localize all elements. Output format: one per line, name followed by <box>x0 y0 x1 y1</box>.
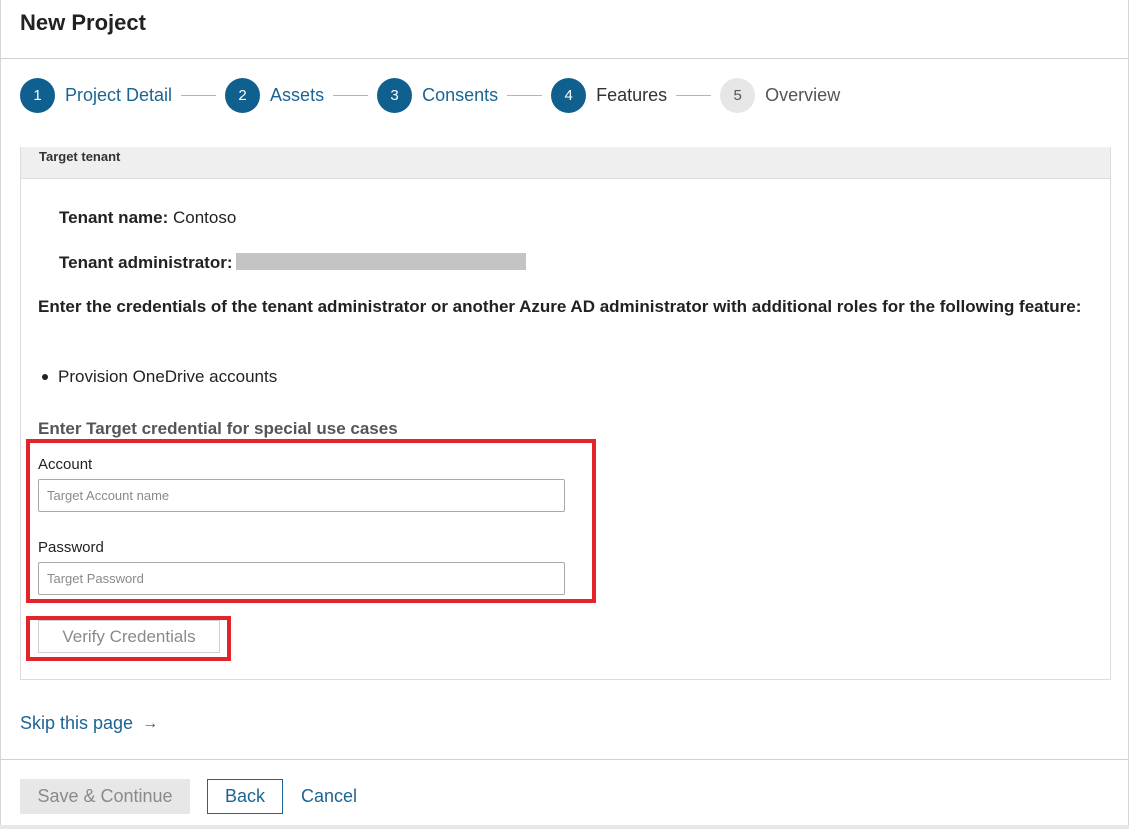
back-button[interactable]: Back <box>207 779 283 814</box>
step-features[interactable]: 4 Features <box>551 77 668 113</box>
arrow-right-icon: → <box>142 714 159 732</box>
step-label-project-detail: Project Detail <box>65 84 173 105</box>
tenant-admin-label: Tenant administrator: <box>59 253 233 272</box>
step-label-assets: Assets <box>270 84 325 105</box>
step-number-2: 2 <box>225 77 261 113</box>
tenant-name-value: Contoso <box>173 208 237 227</box>
step-connector <box>333 94 369 96</box>
step-connector <box>507 94 543 96</box>
step-label-features: Features <box>596 84 668 105</box>
credentials-instructions: Enter the credentials of the tenant admi… <box>38 297 1082 316</box>
skip-page-link[interactable]: Skip this page → <box>20 713 158 734</box>
save-continue-button[interactable]: Save & Continue <box>20 779 190 814</box>
panel-header: Target tenant <box>21 147 1110 179</box>
step-number-5: 5 <box>720 77 756 113</box>
panel-header-title: Target tenant <box>39 149 121 164</box>
redacted-value <box>236 253 527 270</box>
bullet-icon <box>42 374 48 380</box>
credential-section-label: Enter Target credential for special use … <box>38 419 398 438</box>
page-title: New Project <box>20 10 146 35</box>
bottom-divider <box>0 825 1129 829</box>
account-label: Account <box>38 456 93 473</box>
page-header: New Project <box>0 0 1129 59</box>
step-overview: 5 Overview <box>720 77 841 113</box>
skip-page-label: Skip this page <box>20 713 134 733</box>
step-consents[interactable]: 3 Consents <box>377 77 499 113</box>
feature-label: Provision OneDrive accounts <box>58 367 278 386</box>
verify-credentials-button[interactable]: Verify Credentials <box>38 620 220 653</box>
tenant-name-label: Tenant name: <box>59 208 169 227</box>
step-connector <box>181 94 217 96</box>
step-label-overview: Overview <box>765 84 841 105</box>
step-connector <box>676 94 712 96</box>
step-label-consents: Consents <box>422 84 499 105</box>
tenant-name-row: Tenant name: Contoso <box>59 208 236 228</box>
step-assets[interactable]: 2 Assets <box>225 77 325 113</box>
cancel-button[interactable]: Cancel <box>301 786 357 807</box>
step-project-detail[interactable]: 1 Project Detail <box>20 77 173 113</box>
password-label: Password <box>38 539 104 556</box>
step-number-4: 4 <box>551 77 587 113</box>
step-number-3: 3 <box>377 77 413 113</box>
step-number-1: 1 <box>20 77 55 113</box>
footer-bar: Save & Continue Back Cancel <box>0 759 1129 829</box>
password-input[interactable] <box>38 562 565 595</box>
wizard-stepper: 1 Project Detail 2 Assets 3 Consents 4 F… <box>20 77 840 113</box>
account-input[interactable] <box>38 479 565 512</box>
tenant-admin-row: Tenant administrator: <box>59 253 527 273</box>
feature-list-item: Provision OneDrive accounts <box>38 367 277 387</box>
